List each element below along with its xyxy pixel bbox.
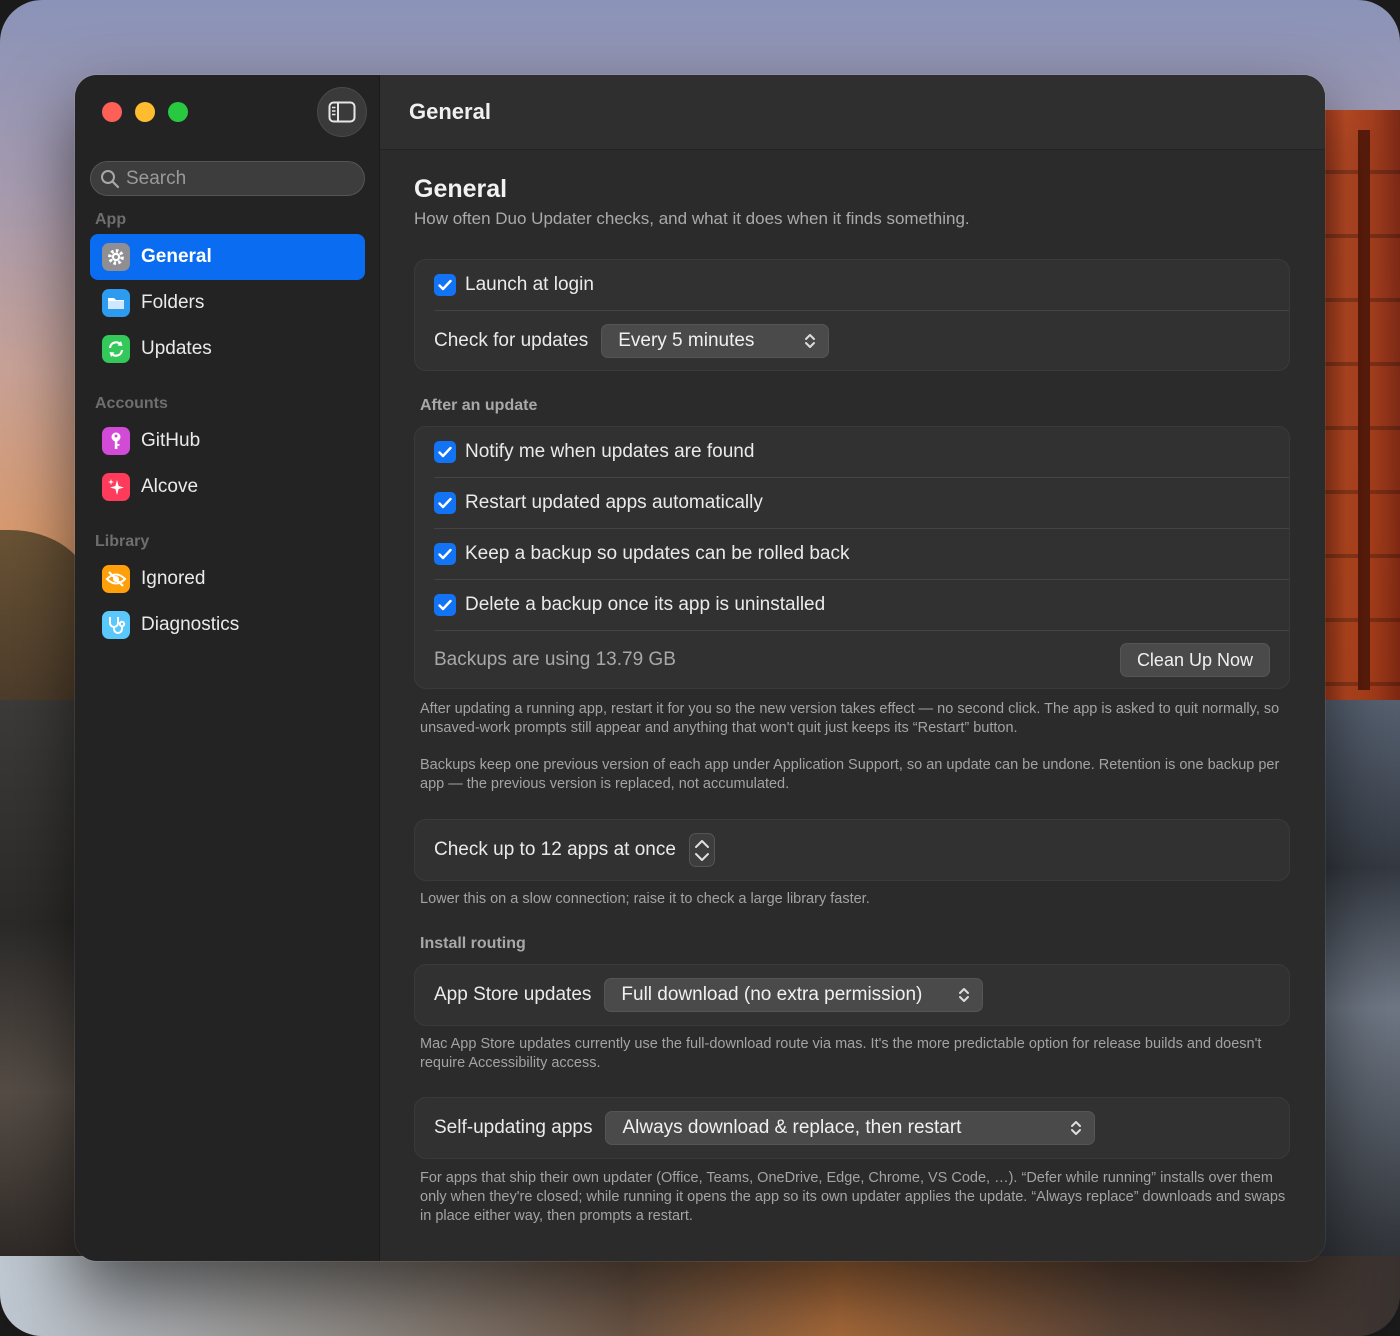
- section-label-app: App: [95, 211, 127, 228]
- sidebar-item-github[interactable]: GitHub: [90, 418, 365, 464]
- self-updating-row: Self-updating apps Always download & rep…: [415, 1098, 1289, 1158]
- restart-apps-row[interactable]: Restart updated apps automatically: [415, 478, 1289, 528]
- sidebar-item-label: GitHub: [141, 430, 201, 451]
- sidebar-item-diagnostics[interactable]: Diagnostics: [90, 602, 365, 648]
- concurrency-label: Check up to 12 apps at once: [434, 839, 676, 860]
- sparkle-icon: [102, 473, 130, 501]
- wallpaper-bridge-cable: [1358, 130, 1370, 690]
- chevron-down-icon[interactable]: [694, 852, 710, 862]
- checkmark-icon: [438, 446, 452, 458]
- sidebar-item-label: Alcove: [141, 476, 199, 497]
- chevron-updown-icon: [805, 334, 816, 348]
- delete-backup-checkbox[interactable]: [434, 594, 456, 616]
- keep-backup-row[interactable]: Keep a backup so updates can be rolled b…: [415, 529, 1289, 579]
- chevron-updown-icon: [959, 988, 970, 1002]
- backups-note: Backups keep one previous version of eac…: [420, 757, 1280, 792]
- search-icon: [101, 169, 120, 188]
- search-field[interactable]: [90, 161, 365, 196]
- folder-icon: [102, 289, 130, 317]
- window-controls: [102, 102, 188, 122]
- sidebar-item-updates[interactable]: Updates: [90, 326, 365, 372]
- general-options-group: Launch at login Check for updates Every …: [414, 259, 1290, 371]
- chevron-up-icon[interactable]: [694, 839, 710, 849]
- wallpaper-shore: [0, 1256, 1400, 1336]
- search-input[interactable]: [126, 167, 346, 190]
- self-updating-route-popup[interactable]: Always download & replace, then restart: [605, 1111, 1096, 1145]
- keep-backup-label: Keep a backup so updates can be rolled b…: [465, 543, 850, 564]
- section-label-accounts: Accounts: [95, 395, 168, 412]
- checkmark-icon: [438, 497, 452, 509]
- chevron-updown-icon: [1071, 1121, 1082, 1135]
- app-store-route-value: Full download (no extra permission): [621, 984, 923, 1005]
- app-store-group: App Store updates Full download (no extr…: [414, 964, 1290, 1026]
- delete-backup-label: Delete a backup once its app is uninstal…: [465, 594, 826, 615]
- delete-backup-row[interactable]: Delete a backup once its app is uninstal…: [415, 580, 1289, 630]
- concurrency-group: Check up to 12 apps at once: [414, 819, 1290, 881]
- restart-apps-label: Restart updated apps automatically: [465, 492, 763, 513]
- concurrency-note: Lower this on a slow connection; raise i…: [420, 891, 870, 907]
- self-updating-label: Self-updating apps: [434, 1117, 593, 1138]
- launch-at-login-label: Launch at login: [465, 274, 594, 295]
- clean-up-now-button[interactable]: Clean Up Now: [1119, 643, 1270, 677]
- notify-updates-row[interactable]: Notify me when updates are found: [415, 427, 1289, 477]
- sidebar-item-label: Ignored: [141, 568, 206, 589]
- close-window-button[interactable]: [102, 102, 122, 122]
- self-updating-note: For apps that ship their own updater (Of…: [420, 1170, 1286, 1224]
- after-update-group: Notify me when updates are found Restart…: [414, 426, 1290, 689]
- sidebar-item-folders[interactable]: Folders: [90, 280, 365, 326]
- key-icon: [102, 427, 130, 455]
- after-update-header: After an update: [420, 397, 538, 414]
- refresh-icon: [102, 335, 130, 363]
- minimize-window-button[interactable]: [135, 102, 155, 122]
- check-for-updates-label: Check for updates: [434, 330, 589, 351]
- app-store-note: Mac App Store updates currently use the …: [420, 1036, 1262, 1071]
- sidebar-item-general[interactable]: General: [90, 234, 365, 280]
- notify-updates-label: Notify me when updates are found: [465, 441, 755, 462]
- restart-apps-checkbox[interactable]: [434, 492, 456, 514]
- sidebar-item-ignored[interactable]: Ignored: [90, 556, 365, 602]
- self-updating-group: Self-updating apps Always download & rep…: [414, 1097, 1290, 1159]
- section-label-library: Library: [95, 533, 150, 550]
- sidebar: App General Folders: [75, 75, 380, 1261]
- restart-note: After updating a running app, restart it…: [420, 701, 1280, 736]
- sidebar-toggle-icon: [328, 101, 356, 123]
- sidebar-item-label: General: [141, 246, 212, 267]
- stethoscope-icon: [102, 611, 130, 639]
- check-frequency-value: Every 5 minutes: [618, 330, 755, 351]
- install-routing-header: Install routing: [420, 935, 526, 952]
- eye-slash-icon: [102, 565, 130, 593]
- sidebar-item-label: Folders: [141, 292, 205, 313]
- page-subtitle: How often Duo Updater checks, and what i…: [414, 209, 970, 228]
- backup-usage-text: Backups are using 13.79 GB: [434, 649, 676, 670]
- concurrency-row: Check up to 12 apps at once: [415, 820, 1289, 880]
- settings-window: App General Folders: [75, 75, 1325, 1261]
- sidebar-item-alcove[interactable]: Alcove: [90, 464, 365, 510]
- concurrency-stepper[interactable]: [688, 833, 715, 867]
- checkmark-icon: [438, 599, 452, 611]
- check-frequency-popup[interactable]: Every 5 minutes: [601, 324, 830, 358]
- checkmark-icon: [438, 279, 452, 291]
- page-title: General: [414, 175, 508, 203]
- zoom-window-button[interactable]: [168, 102, 188, 122]
- check-for-updates-row: Check for updates Every 5 minutes: [415, 311, 1289, 371]
- main-pane: General General How often Duo Updater ch…: [380, 75, 1325, 1261]
- app-store-route-popup[interactable]: Full download (no extra permission): [604, 978, 984, 1012]
- window-title: General: [380, 75, 1325, 150]
- checkmark-icon: [438, 548, 452, 560]
- notify-updates-checkbox[interactable]: [434, 441, 456, 463]
- sidebar-toggle-button[interactable]: [317, 87, 367, 137]
- sidebar-item-label: Diagnostics: [141, 614, 240, 635]
- self-updating-route-value: Always download & replace, then restart: [622, 1117, 962, 1138]
- keep-backup-checkbox[interactable]: [434, 543, 456, 565]
- app-store-label: App Store updates: [434, 984, 592, 1005]
- gear-icon: [102, 243, 130, 271]
- app-store-row: App Store updates Full download (no extr…: [415, 965, 1289, 1025]
- launch-at-login-checkbox[interactable]: [434, 274, 456, 296]
- sidebar-item-label: Updates: [141, 338, 212, 359]
- launch-at-login-row[interactable]: Launch at login: [415, 260, 1289, 310]
